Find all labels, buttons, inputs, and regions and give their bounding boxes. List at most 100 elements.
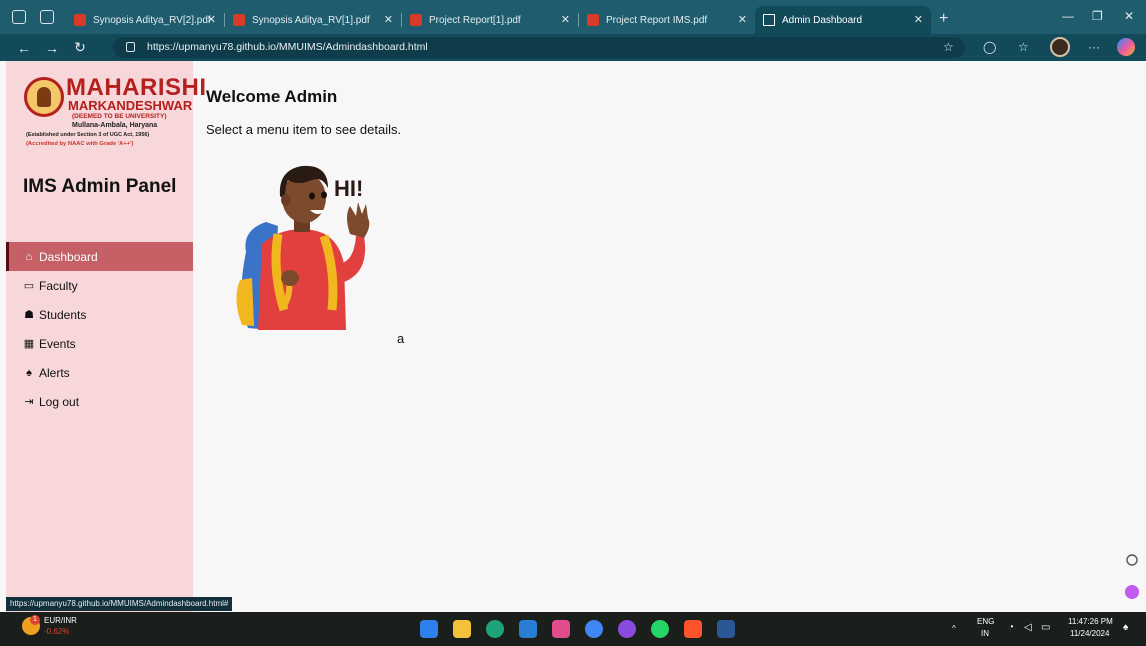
profile-avatar[interactable] <box>1050 37 1070 57</box>
language-indicator[interactable]: ENG <box>977 617 994 626</box>
sidebar-menu: ⌂ Dashboard ▭ Faculty ☗ Students ▦ Event… <box>6 242 193 416</box>
pdf-icon <box>233 14 245 26</box>
sidebar-item-dashboard[interactable]: ⌂ Dashboard <box>6 242 193 271</box>
sidebar-item-label: Faculty <box>39 278 78 293</box>
illustration-hi-text: HI! <box>334 176 363 201</box>
sidebar-item-label: Log out <box>39 394 80 409</box>
calendar-icon: ▦ <box>23 338 35 350</box>
tab-synopsis-1[interactable]: Synopsis Aditya_RV[1].pdf ✕ <box>225 6 401 34</box>
url-field[interactable]: https://upmanyu78.github.io/MMUIMS/Admin… <box>113 37 965 58</box>
bell-icon: ♠ <box>26 366 32 379</box>
status-bar-url: https://upmanyu78.github.io/MMUIMS/Admin… <box>6 597 233 611</box>
word-icon[interactable] <box>717 620 735 638</box>
windows-taskbar: 1 EUR/INR -0.62% ^ ENG IN ◔ ◁ ▭ 11:47:26… <box>0 612 1146 646</box>
university-seal-icon <box>24 77 64 117</box>
favorites-icon[interactable]: ☆ <box>1018 40 1029 54</box>
more-icon[interactable]: ··· <box>1088 40 1100 54</box>
welcome-heading: Welcome Admin <box>206 87 338 106</box>
tab-title: Synopsis Aditya_RV[1].pdf <box>252 14 370 26</box>
tab-admin-dashboard[interactable]: Admin Dashboard ✕ <box>755 6 931 34</box>
ticker-name: EUR/INR <box>44 616 77 625</box>
sidebar-item-label: Dashboard <box>39 249 98 264</box>
start-menu-icon[interactable] <box>420 620 438 638</box>
region-indicator: IN <box>981 629 989 638</box>
notification-badge: 1 <box>30 615 40 625</box>
logo-line-4: Mullana-Ambala, Haryana <box>72 122 158 129</box>
tab-project-report-ims[interactable]: Project Report IMS.pdf ✕ <box>579 6 755 34</box>
logo-line-2: MARKANDESHWAR <box>68 98 193 113</box>
student-waving-illustration: HI! <box>236 165 370 330</box>
tab-title: Project Report IMS.pdf <box>606 14 708 26</box>
brave-icon[interactable] <box>684 620 702 638</box>
sidebar-item-label: Students <box>39 307 87 322</box>
user-graduate-icon: ☗ <box>24 309 34 321</box>
minimize-icon[interactable]: — <box>1062 9 1074 23</box>
tab-project-report-1[interactable]: Project Report[1].pdf ✕ <box>402 6 578 34</box>
sidebar-item-label: Events <box>39 336 76 351</box>
sidebar-item-events[interactable]: ▦ Events <box>6 329 193 358</box>
sidebar-item-students[interactable]: ☗ Students <box>6 300 193 329</box>
favorite-star-icon[interactable]: ☆ <box>943 40 954 54</box>
edge-browser-icon[interactable] <box>486 620 504 638</box>
sidebar-item-alerts[interactable]: ♠ Alerts <box>6 358 193 387</box>
workspaces-icon[interactable] <box>12 10 26 24</box>
panel-title: IMS Admin Panel <box>23 176 177 197</box>
tab-actions-icon[interactable] <box>40 10 54 24</box>
brain-app-icon[interactable] <box>1125 585 1139 599</box>
pdf-icon <box>410 14 422 26</box>
refresh-icon[interactable]: ↻ <box>66 39 94 56</box>
show-hidden-icons[interactable]: ^ <box>952 624 956 633</box>
whatsapp-icon[interactable] <box>651 620 669 638</box>
restore-icon[interactable]: ❐ <box>1092 9 1103 23</box>
figma-icon[interactable] <box>552 620 570 638</box>
lock-icon <box>126 42 135 52</box>
clock-date[interactable]: 11/24/2024 <box>1070 629 1109 638</box>
vscode-icon[interactable] <box>519 620 537 638</box>
browser-essentials-icon[interactable]: ◯ <box>983 40 996 54</box>
logo-line-5: (Established under Section 3 of UGC Act,… <box>26 132 150 138</box>
address-bar: ← → ↻ https://upmanyu78.github.io/MMUIMS… <box>0 34 1146 61</box>
forward-icon[interactable]: → <box>38 40 66 56</box>
chalkboard-teacher-icon: ▭ <box>23 280 35 292</box>
back-icon[interactable]: ← <box>10 40 38 56</box>
sign-out-icon: ⇥ <box>24 396 34 408</box>
home-icon: ⌂ <box>25 250 33 263</box>
browser-tab-bar: Synopsis Aditya_RV[2].pdf ✕ Synopsis Adi… <box>0 0 1146 34</box>
logo-line-6: (Accredited by NAAC with Grade 'A++') <box>26 141 134 147</box>
chrome-icon[interactable] <box>585 620 603 638</box>
close-icon[interactable]: ✕ <box>207 13 216 26</box>
stray-text: a <box>397 331 405 346</box>
sidebar-item-faculty[interactable]: ▭ Faculty <box>6 271 193 300</box>
file-explorer-icon[interactable] <box>453 620 471 638</box>
tab-title: Admin Dashboard <box>782 14 863 26</box>
tab-title: Project Report[1].pdf <box>429 14 521 26</box>
screenshot-tool-icon[interactable] <box>1126 554 1138 566</box>
chrome-profile-icon[interactable] <box>618 620 636 638</box>
tab-title: Synopsis Aditya_RV[2].pdf <box>93 14 211 26</box>
close-icon[interactable]: ✕ <box>738 13 747 26</box>
ticker-change: -0.62% <box>44 627 70 636</box>
window-close-icon[interactable]: ✕ <box>1124 9 1134 23</box>
close-icon[interactable]: ✕ <box>914 13 923 26</box>
pdf-icon <box>74 14 86 26</box>
logo-line-3: (DEEMED TO BE UNIVERSITY) <box>72 113 167 120</box>
sidebar-item-logout[interactable]: ⇥ Log out <box>6 387 193 416</box>
edge-sidebar-icons <box>1125 554 1139 599</box>
clock-time[interactable]: 11:47:26 PM <box>1068 617 1113 626</box>
tab-synopsis-2[interactable]: Synopsis Aditya_RV[2].pdf ✕ <box>66 6 224 34</box>
new-tab-icon[interactable]: + <box>939 10 948 28</box>
copilot-icon[interactable] <box>1117 38 1135 56</box>
welcome-subtitle: Select a menu item to see details. <box>206 122 402 137</box>
volume-icon[interactable]: ◁ <box>1024 622 1032 633</box>
sidebar-item-label: Alerts <box>39 365 70 380</box>
close-icon[interactable]: ✕ <box>561 13 570 26</box>
url-text: https://upmanyu78.github.io/MMUIMS/Admin… <box>147 41 428 53</box>
pdf-icon <box>587 14 599 26</box>
page-icon <box>763 14 775 26</box>
sidebar: MAHARISHI MARKANDESHWAR (DEEMED TO BE UN… <box>6 61 206 612</box>
battery-icon[interactable]: ▭ <box>1041 622 1050 633</box>
wifi-icon[interactable]: ◔ <box>1008 622 1014 633</box>
university-logo: MAHARISHI MARKANDESHWAR (DEEMED TO BE UN… <box>24 75 206 155</box>
notification-bell-icon[interactable]: ♠ <box>1123 622 1128 633</box>
close-icon[interactable]: ✕ <box>384 13 393 26</box>
